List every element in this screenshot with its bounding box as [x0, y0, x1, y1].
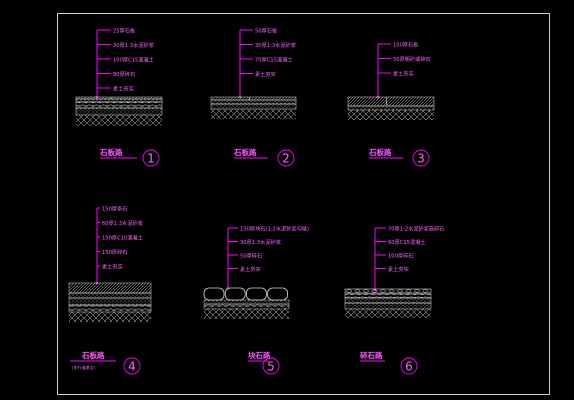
layer-label: 50厚粗砂或碎石 — [393, 55, 431, 63]
layer-band — [344, 293, 432, 299]
aggregate-stone — [422, 289, 429, 293]
layer-band — [68, 292, 152, 299]
aggregate-stone — [414, 289, 420, 293]
layer-band — [210, 96, 297, 101]
detail-title: 石板路 — [368, 147, 392, 157]
layer-band — [210, 103, 297, 110]
layer-band — [75, 96, 163, 100]
layer-band — [75, 107, 163, 116]
layer-label: 80厚碎石 — [113, 70, 135, 78]
layer-label: 素土夯实 — [388, 265, 409, 273]
cobble-stone — [267, 287, 289, 301]
layer-band — [68, 304, 152, 313]
soil-hatch — [204, 309, 289, 319]
layer-label: 100厚C15混凝土 — [113, 56, 154, 64]
detail-6: 70厚1:2水泥砂浆嵌碎石 60厚C15混凝土 100厚碎石素土夯实碎石路 6 — [344, 225, 444, 375]
detail-title: 石板路 — [99, 147, 123, 157]
layer-label: 150厚C10混凝土 — [102, 234, 143, 242]
cobble-stone — [245, 287, 267, 301]
layer-band — [68, 297, 152, 306]
detail-3: 100厚石板 50厚粗砂或碎石素土夯实石板路 3 — [347, 41, 435, 167]
layer-label: 50厚碎石 — [240, 252, 262, 260]
layer-label: 100厚碎石 — [388, 252, 413, 260]
layer-label: 素土夯实 — [113, 85, 134, 93]
aggregate-stone — [346, 289, 352, 293]
layer-label: 60厚C15混凝土 — [388, 238, 426, 246]
layer-label: 150厚块石(1:2水泥砂浆勾缝) — [240, 225, 309, 233]
detail-number: 4 — [128, 360, 136, 374]
detail-title: 碎石路 — [360, 350, 383, 360]
detail-number: 2 — [282, 152, 290, 166]
layer-label: 100厚石板 — [393, 41, 419, 49]
layer-label: 素土夯实 — [102, 263, 123, 271]
layer-label: 30厚1:3水泥砂浆 — [240, 238, 281, 246]
cobble-stone — [203, 287, 225, 301]
detail-number: 6 — [405, 360, 413, 374]
layer-label: 30厚1:3水泥砂浆 — [255, 41, 296, 49]
layer-band — [344, 297, 432, 304]
aggregate-stone — [405, 289, 412, 293]
paving-details-drawing: 25厚石板30厚1:3水泥砂浆100厚C15混凝土80厚碎石素土夯实石板路 150… — [68, 27, 444, 375]
layer-label: 素土夯实 — [255, 70, 276, 78]
soil-hatch — [76, 115, 162, 126]
layer-label: 25厚石板 — [113, 27, 136, 35]
aggregate-stone — [363, 289, 369, 293]
layer-label: 50厚石板 — [255, 27, 278, 35]
layer-label: 150厚碎石 — [102, 248, 127, 256]
layer-band — [210, 99, 297, 105]
layer-band — [75, 101, 163, 109]
detail-number: 3 — [417, 152, 425, 166]
detail-2: 50厚石板 30厚1:3水泥砂浆 70厚C15混凝土素土夯实石板路 2 — [210, 27, 297, 167]
aggregate-stone — [397, 289, 403, 293]
layer-label: 30厚1:3水泥砂浆 — [113, 41, 154, 49]
cad-drawing-canvas: 25厚石板 30厚1:3水泥砂浆 100厚C15混凝土 80厚碎石 素土夯实 石板路 1 50… — [0, 0, 574, 400]
layer-band — [344, 302, 432, 310]
layer-band — [347, 105, 435, 111]
layer-label: 70厚C15混凝土 — [255, 56, 293, 64]
layer-band — [68, 282, 152, 294]
detail-title: 石板路 — [81, 350, 105, 360]
layer-label: 150厚条石 — [102, 205, 127, 213]
detail-number: 5 — [267, 360, 275, 374]
detail-number: 1 — [147, 152, 155, 166]
layer-label: 70厚1:2水泥砂浆嵌碎石 — [388, 225, 444, 233]
soil-hatch — [345, 309, 431, 318]
aggregate-stone — [380, 289, 386, 293]
aggregate-stone — [354, 289, 361, 293]
aggregate-stone — [388, 289, 395, 293]
detail-note: (车行道做法) — [72, 364, 96, 370]
soil-hatch — [211, 109, 296, 119]
detail-title: 石板路 — [233, 147, 257, 157]
layer-label: 60厚1:3水泥砂浆 — [102, 219, 143, 227]
layer-label: 素土夯实 — [393, 70, 414, 78]
layer-band — [75, 98, 163, 103]
detail-5: 150厚块石(1:2水泥砂浆勾缝)30厚1:3水泥砂浆50厚碎石素土夯实块石路5 — [203, 225, 309, 375]
layer-band — [347, 96, 435, 107]
detail-4: 150厚条石 60厚1:3水泥砂浆 150厚C10混凝土 150厚碎石素土夯实石板路 (… — [68, 205, 152, 375]
detail-1: 25厚石板 30厚1:3水泥砂浆 100厚C15混凝土 80厚碎石素土夯实石板路 1 — [75, 27, 163, 167]
cobble-stone — [224, 287, 246, 301]
mortar-layer — [203, 299, 290, 305]
layer-label: 素土夯实 — [240, 265, 261, 273]
soil-hatch — [348, 110, 434, 120]
soil-hatch — [69, 312, 151, 322]
gravel-layer — [203, 303, 290, 310]
